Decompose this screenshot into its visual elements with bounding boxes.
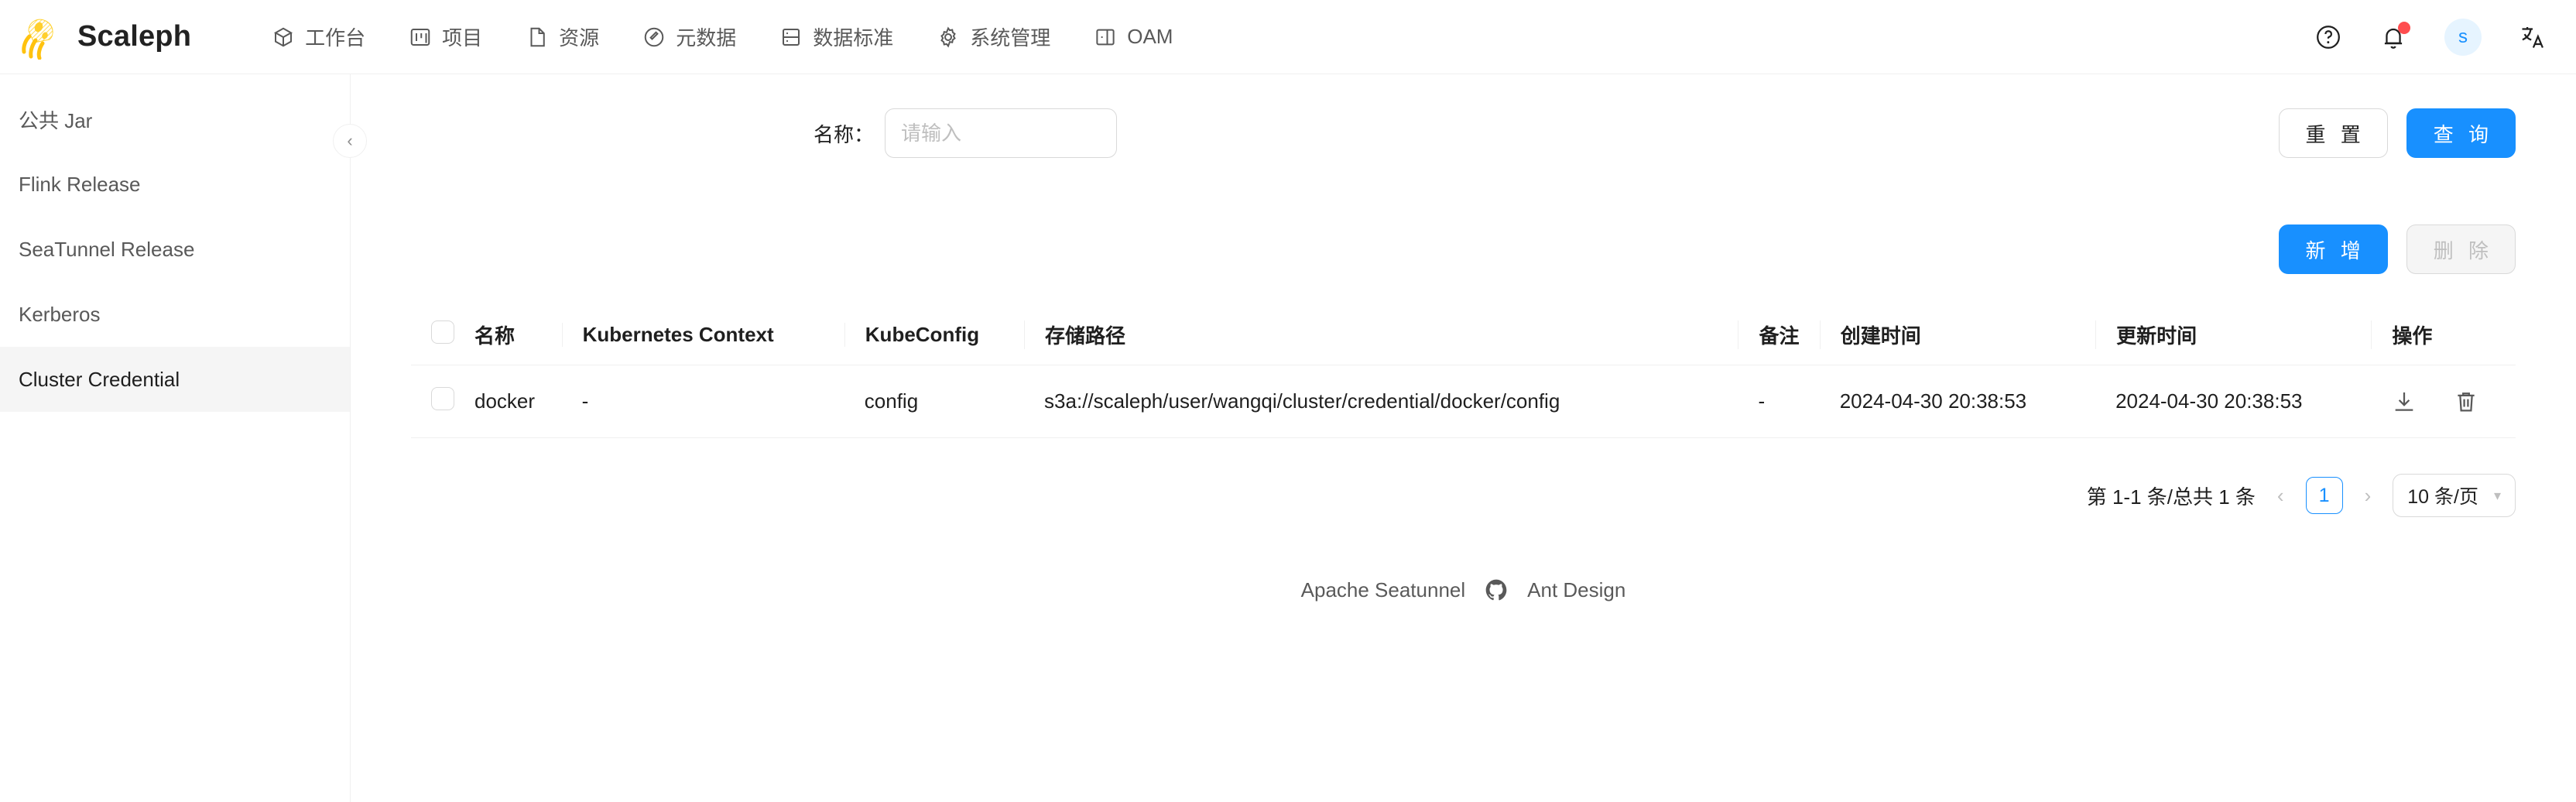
search-actions: 重 置 查 询 <box>2278 108 2516 158</box>
gear-icon <box>937 26 960 49</box>
add-button[interactable]: 新 增 <box>2278 224 2388 274</box>
col-name: 名称 <box>454 307 562 365</box>
question-circle-icon[interactable] <box>2314 23 2342 51</box>
pagination-page-1[interactable]: 1 <box>2305 477 2343 514</box>
nav-item-data-standard[interactable]: 数据标准 <box>758 0 915 74</box>
sidebar-item-cluster-credential[interactable]: Cluster Credential <box>0 347 350 412</box>
bell-icon[interactable] <box>2379 22 2410 51</box>
delete-icon[interactable] <box>2453 389 2479 415</box>
col-remark: 备注 <box>1738 307 1820 365</box>
sidebar-item-seatunnel-release[interactable]: SeaTunnel Release <box>0 217 350 282</box>
project-icon <box>409 26 432 49</box>
row-checkbox[interactable] <box>431 387 454 410</box>
delete-button: 删 除 <box>2406 224 2516 274</box>
page-size-select[interactable]: 10 条/页 ▾ <box>2393 474 2516 517</box>
file-icon <box>526 26 549 49</box>
col-operation: 操作 <box>2371 307 2516 365</box>
credential-table: 名称 Kubernetes Context KubeConfig 存储路径 备注… <box>411 307 2516 438</box>
table-body: docker - config s3a://scaleph/user/wangq… <box>411 365 2516 438</box>
sidebar-item-label: Kerberos <box>19 302 101 326</box>
brand[interactable]: Scaleph <box>20 15 191 60</box>
footer: Apache Seatunnel Ant Design <box>411 578 2516 602</box>
row-select-cell <box>411 365 454 438</box>
select-all-header <box>411 307 454 365</box>
nav-label: 元数据 <box>676 26 737 50</box>
sidebar-item-label: Cluster Credential <box>19 367 180 391</box>
table-toolbar: 新 增 删 除 <box>411 224 2516 274</box>
compass-icon <box>642 26 666 49</box>
cell-update-time: 2024-04-30 20:38:53 <box>2095 365 2372 438</box>
app-header: Scaleph 工作台 项目 资源 元数据 数据标准 系统管理 OAM s <box>0 0 2576 74</box>
col-kubernetes-context: Kubernetes Context <box>561 307 844 365</box>
nav-label: OAM <box>1127 25 1173 48</box>
cell-operation <box>2371 365 2516 438</box>
database-icon <box>779 26 803 49</box>
table-header-row: 名称 Kubernetes Context KubeConfig 存储路径 备注… <box>411 307 2516 365</box>
pagination-summary: 第 1-1 条/总共 1 条 <box>2086 485 2256 509</box>
col-storage-path: 存储路径 <box>1024 307 1738 365</box>
sidebar-item-kerberos[interactable]: Kerberos <box>0 282 350 347</box>
pagination-next-icon[interactable]: › <box>2360 484 2376 508</box>
nav-label: 项目 <box>442 26 483 50</box>
cell-remark: - <box>1738 365 1820 438</box>
pagination: 第 1-1 条/总共 1 条 ‹ 1 › 10 条/页 ▾ <box>411 474 2516 517</box>
sidebar-item-public-jar[interactable]: 公共 Jar <box>0 87 350 152</box>
app-body: 公共 Jar Flink Release SeaTunnel Release K… <box>0 74 2576 802</box>
reset-button[interactable]: 重 置 <box>2278 108 2388 158</box>
main-nav: 工作台 项目 资源 元数据 数据标准 系统管理 OAM <box>250 0 1194 74</box>
cell-kubeconfig: config <box>844 365 1025 438</box>
chevron-down-icon: ▾ <box>2493 487 2501 503</box>
nav-item-metadata[interactable]: 元数据 <box>621 0 758 74</box>
sidebar-item-flink-release[interactable]: Flink Release <box>0 152 350 217</box>
brand-name: Scaleph <box>77 20 192 53</box>
nav-item-workbench[interactable]: 工作台 <box>250 0 387 74</box>
footer-link-ant-design[interactable]: Ant Design <box>1527 578 1625 602</box>
notification-badge <box>2398 22 2410 34</box>
window-icon <box>1094 26 1117 49</box>
name-label: 名称： <box>814 122 875 146</box>
chevron-left-icon: ‹ <box>347 131 353 150</box>
dashboard-icon <box>272 26 295 49</box>
nav-label: 数据标准 <box>813 26 894 50</box>
col-kubeconfig: KubeConfig <box>844 307 1025 365</box>
search-input[interactable] <box>885 108 1118 158</box>
cell-name: docker <box>454 365 562 438</box>
main-content: 名称： 重 置 查 询 新 增 删 除 名称 Kubernetes Contex… <box>351 74 2576 802</box>
name-form-item: 名称： <box>814 108 1118 158</box>
page-size-label: 10 条/页 <box>2407 486 2478 508</box>
table-row[interactable]: docker - config s3a://scaleph/user/wangq… <box>411 365 2516 438</box>
query-button[interactable]: 查 询 <box>2406 108 2516 158</box>
search-form: 名称： 重 置 查 询 <box>411 74 2516 158</box>
avatar-text: s <box>2458 26 2468 47</box>
translate-icon[interactable] <box>2519 23 2547 51</box>
nav-label: 工作台 <box>305 26 366 50</box>
sidebar: 公共 Jar Flink Release SeaTunnel Release K… <box>0 74 367 802</box>
cell-storage-path: s3a://scaleph/user/wangqi/cluster/creden… <box>1024 365 1738 438</box>
github-icon[interactable] <box>1484 578 1509 602</box>
sidebar-item-label: 公共 Jar <box>19 108 93 132</box>
cell-kubernetes-context: - <box>561 365 844 438</box>
nav-item-system-management[interactable]: 系统管理 <box>915 0 1072 74</box>
footer-link-apache-seatunnel[interactable]: Apache Seatunnel <box>1301 578 1466 602</box>
sidebar-item-label: SeaTunnel Release <box>19 237 195 261</box>
col-create-time: 创建时间 <box>1819 307 2096 365</box>
header-actions: s <box>2314 0 2547 74</box>
pagination-prev-icon[interactable]: ‹ <box>2273 484 2289 508</box>
table-head: 名称 Kubernetes Context KubeConfig 存储路径 备注… <box>411 307 2516 365</box>
nav-item-resource[interactable]: 资源 <box>504 0 621 74</box>
col-update-time: 更新时间 <box>2095 307 2372 365</box>
select-all-checkbox[interactable] <box>431 320 454 344</box>
download-icon[interactable] <box>2391 389 2417 415</box>
nav-label: 系统管理 <box>970 26 1051 50</box>
jellyfish-logo <box>20 15 65 60</box>
nav-item-project[interactable]: 项目 <box>387 0 504 74</box>
avatar[interactable]: s <box>2444 19 2482 56</box>
cell-create-time: 2024-04-30 20:38:53 <box>1819 365 2096 438</box>
nav-label: 资源 <box>559 26 600 50</box>
sidebar-collapse-button[interactable]: ‹ <box>333 124 367 158</box>
nav-item-oam[interactable]: OAM <box>1072 0 1194 74</box>
sidebar-item-label: Flink Release <box>19 172 141 196</box>
